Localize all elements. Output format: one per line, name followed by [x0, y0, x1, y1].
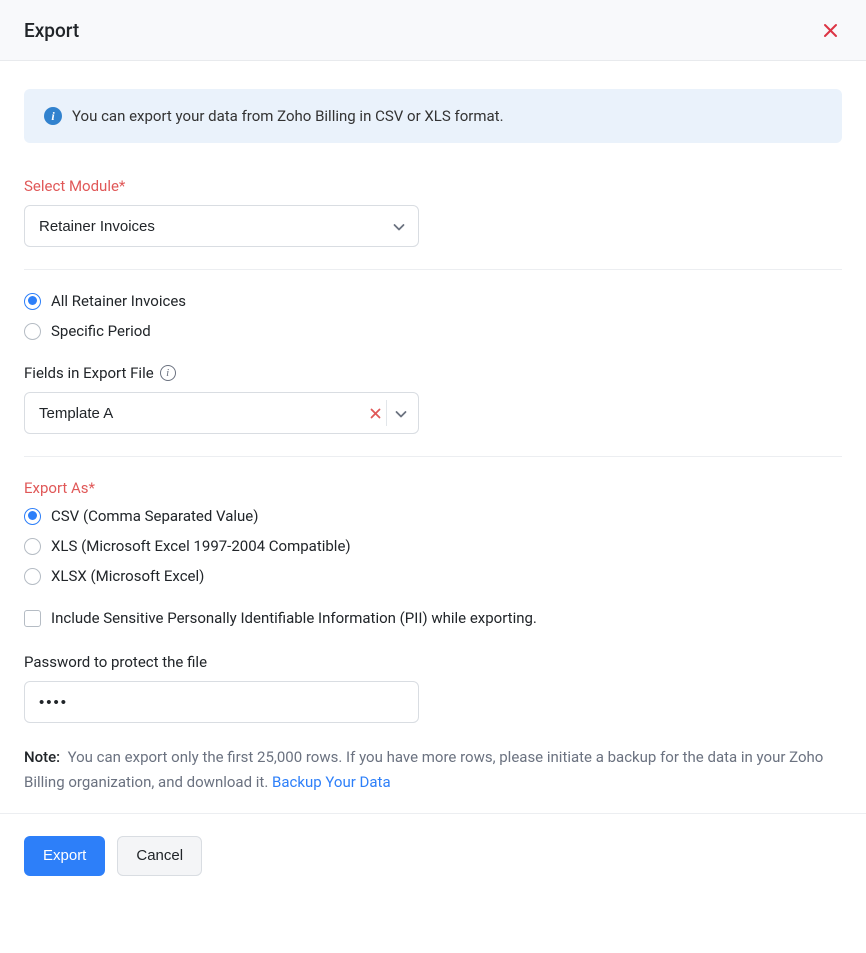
- radio-input[interactable]: [24, 508, 41, 525]
- close-icon: [823, 23, 838, 38]
- export-as-xlsx[interactable]: XLSX (Microsoft Excel): [24, 567, 842, 585]
- info-icon: i: [44, 107, 62, 125]
- info-text: You can export your data from Zoho Billi…: [72, 107, 504, 125]
- divider: [24, 456, 842, 457]
- dialog-header: Export: [0, 0, 866, 61]
- note-body: You can export only the first 25,000 row…: [24, 748, 823, 791]
- export-as-csv[interactable]: CSV (Comma Separated Value): [24, 507, 842, 525]
- scope-radio-group: All Retainer Invoices Specific Period: [24, 292, 842, 340]
- radio-label: Specific Period: [51, 322, 151, 340]
- dialog-footer: Export Cancel: [0, 813, 866, 898]
- note-text: Note: You can export only the first 25,0…: [24, 745, 842, 795]
- radio-label: XLS (Microsoft Excel 1997-2004 Compatibl…: [51, 537, 351, 555]
- pii-checkbox[interactable]: [24, 610, 41, 627]
- radio-label: CSV (Comma Separated Value): [51, 507, 258, 525]
- export-as-xls[interactable]: XLS (Microsoft Excel 1997-2004 Compatibl…: [24, 537, 842, 555]
- password-input[interactable]: [24, 681, 419, 723]
- scope-option-period[interactable]: Specific Period: [24, 322, 842, 340]
- clear-template-button[interactable]: [365, 403, 385, 423]
- close-icon: [370, 408, 381, 419]
- fields-label: Fields in Export File: [24, 364, 154, 382]
- help-icon[interactable]: i: [160, 365, 176, 381]
- fields-template-value: Template A: [39, 405, 113, 422]
- pii-checkbox-row[interactable]: Include Sensitive Personally Identifiabl…: [24, 609, 842, 627]
- select-module-dropdown[interactable]: Retainer Invoices: [24, 205, 419, 247]
- note-label: Note:: [24, 748, 60, 766]
- close-button[interactable]: [818, 18, 842, 42]
- divider: [24, 269, 842, 270]
- radio-label: XLSX (Microsoft Excel): [51, 567, 204, 585]
- backup-link[interactable]: Backup Your Data: [272, 773, 391, 791]
- pii-label: Include Sensitive Personally Identifiabl…: [51, 609, 537, 627]
- dialog-body: i You can export your data from Zoho Bil…: [0, 61, 866, 813]
- radio-input[interactable]: [24, 293, 41, 310]
- radio-input[interactable]: [24, 538, 41, 555]
- scope-option-all[interactable]: All Retainer Invoices: [24, 292, 842, 310]
- dialog-title: Export: [24, 19, 79, 42]
- fields-template-dropdown[interactable]: Template A: [24, 392, 419, 434]
- export-button[interactable]: Export: [24, 836, 105, 876]
- radio-input[interactable]: [24, 323, 41, 340]
- select-module-value: Retainer Invoices: [39, 218, 155, 235]
- password-label: Password to protect the file: [24, 653, 842, 671]
- select-divider: [386, 400, 387, 426]
- export-as-label: Export As*: [24, 479, 842, 497]
- info-banner: i You can export your data from Zoho Bil…: [24, 89, 842, 143]
- radio-label: All Retainer Invoices: [51, 292, 186, 310]
- radio-input[interactable]: [24, 568, 41, 585]
- select-module-label: Select Module*: [24, 177, 842, 195]
- cancel-button[interactable]: Cancel: [117, 836, 202, 876]
- export-as-radio-group: CSV (Comma Separated Value) XLS (Microso…: [24, 507, 842, 585]
